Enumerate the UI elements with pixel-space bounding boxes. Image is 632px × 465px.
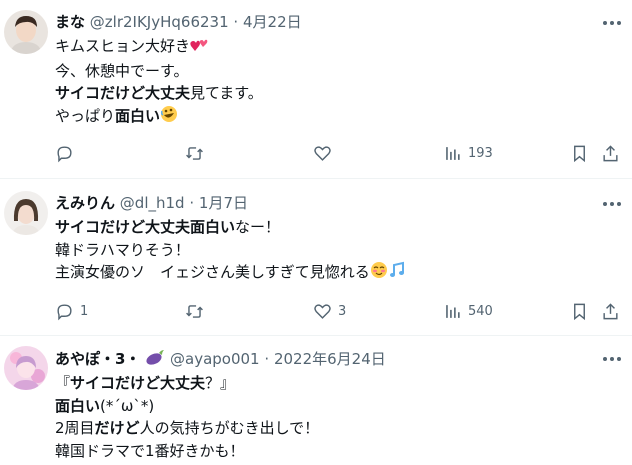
display-name[interactable]: あやぽ・3・ [55,350,140,368]
separator-dot: · [264,350,270,368]
tweet-3[interactable]: あやぽ・3・ @ayapo001 · 2022年6月24日 『サイコだけど大丈夫… [0,336,632,465]
reply-icon [57,303,72,320]
retweet-icon [186,146,203,160]
action-bar: 193 [55,143,632,163]
tweet-line: 主演女優のソ イェジさん美しすぎて見惚れる [55,261,406,286]
text-run: ？』 [205,374,236,392]
bookmark-button[interactable] [570,301,589,321]
more-horizontal-icon[interactable] [602,350,622,372]
tweet-line: サイコだけど大丈夫見てます。 [55,82,263,105]
text-run: 今、休憩中でーす。 [55,61,189,80]
avatar[interactable] [4,346,48,390]
tweet-text: 『サイコだけど大丈夫？』 面白い(*´ω`*) 2周目だけど人の気持ちがむき出し… [55,372,319,462]
text-run: だけど [94,419,140,437]
like-button[interactable]: 3 [313,301,346,321]
reply-icon [57,145,72,162]
text-run: キムスヒョン大好き [55,37,191,55]
tweet-line: やっぱり面白い [55,105,263,130]
text-run: サイコだけど大丈夫 [70,374,206,392]
text-run: やっぱり [55,106,116,125]
tweet-date[interactable]: 2022年6月24日 [274,350,386,368]
views-button[interactable]: 193 [443,143,493,163]
user-handle[interactable]: @dl_h1d [120,194,185,212]
bookmark-icon [574,303,585,320]
display-name[interactable]: まな [55,13,85,31]
rofl-emoji [160,105,178,130]
views-button[interactable]: 540 [443,301,493,321]
avatar[interactable] [4,10,48,54]
text-run: 面白い [55,396,101,415]
eggplant-emoji [145,348,165,371]
blush-emoji [370,261,388,286]
views-count: 540 [468,303,493,319]
bookmark-button[interactable] [570,143,589,163]
text-run: 見てます。 [190,84,263,102]
tweet-header: えみりん @dl_h1d · 1月7日 [55,193,248,213]
share-icon [603,302,618,319]
share-icon [603,144,618,161]
avatar[interactable] [4,191,48,235]
text-run: サイコだけど大丈夫面白い [55,218,236,236]
tweet-2[interactable]: えみりん @dl_h1d · 1月7日 サイコだけど大丈夫面白いなー！ 韓ドラハ… [0,179,632,335]
two-hearts-emoji [190,37,208,60]
reply-button[interactable] [55,143,80,163]
tweet-line: 2周目だけど人の気持ちがむき出しで！ [55,417,319,440]
more-horizontal-icon[interactable] [602,14,622,36]
display-name[interactable]: えみりん [55,194,115,212]
tweet-date[interactable]: 4月22日 [243,13,302,31]
text-run: 韓ドラハマりそう！ [55,240,190,259]
tweet-text: サイコだけど大丈夫面白いなー！ 韓ドラハマりそう！ 主演女優のソ イェジさん美し… [55,216,406,286]
reply-count: 1 [80,303,89,319]
tweet-line: 面白い(*´ω`*) [55,395,319,418]
views-icon [446,304,460,318]
tweet-header: あやぽ・3・ @ayapo001 · 2022年6月24日 [55,348,386,371]
share-button[interactable] [601,143,620,163]
like-icon [314,145,331,161]
share-button[interactable] [601,301,620,321]
tweet-1[interactable]: まな @zlr2IKJyHq66231 · 4月22日 キムスヒョン大好き 今、… [0,0,632,178]
text-run: 韓国ドラマで1番好きかも！ [55,441,245,460]
retweet-button[interactable] [185,301,210,321]
bookmark-icon [574,145,585,162]
separator-dot: · [233,13,239,31]
tweet-line: 韓ドラハマりそう！ [55,239,406,262]
retweet-icon [186,304,203,318]
text-run: 人の気持ちがむき出しで！ [139,419,320,437]
views-count: 193 [468,145,493,161]
separator-dot: · [189,194,195,212]
text-run: なー！ [235,218,281,236]
action-bar: 1 3 540 [55,301,632,321]
like-count: 3 [338,303,347,319]
user-handle[interactable]: @zlr2IKJyHq66231 [90,13,229,31]
text-run: 主演女優のソ イェジさん美しすぎて見惚れる [55,263,370,281]
like-button[interactable] [313,143,338,163]
views-icon [446,146,460,160]
user-handle[interactable]: @ayapo001 [170,350,260,368]
text-run: 面白い [115,106,161,125]
text-run: サイコだけど大丈夫 [55,84,191,102]
tweet-line: 今、休憩中でーす。 [55,60,263,83]
tweet-line: 韓国ドラマで1番好きかも！ [55,440,319,463]
music-notes-emoji [388,261,406,286]
like-icon [314,303,331,319]
tweet-text: キムスヒョン大好き 今、休憩中でーす。 サイコだけど大丈夫見てます。 やっぱり面… [55,35,263,129]
tweet-date[interactable]: 1月7日 [199,194,248,212]
tweet-line: サイコだけど大丈夫面白いなー！ [55,216,406,239]
tweet-header: まな @zlr2IKJyHq66231 · 4月22日 [55,12,302,32]
text-run: (*´ω`*) [100,396,155,415]
text-run: 2周目 [55,419,95,437]
more-horizontal-icon[interactable] [602,195,622,217]
reply-button[interactable]: 1 [55,301,88,321]
retweet-button[interactable] [185,143,210,163]
text-run: 『 [55,374,71,392]
tweet-line: キムスヒョン大好き [55,35,263,60]
tweet-line: 『サイコだけど大丈夫？』 [55,372,319,395]
